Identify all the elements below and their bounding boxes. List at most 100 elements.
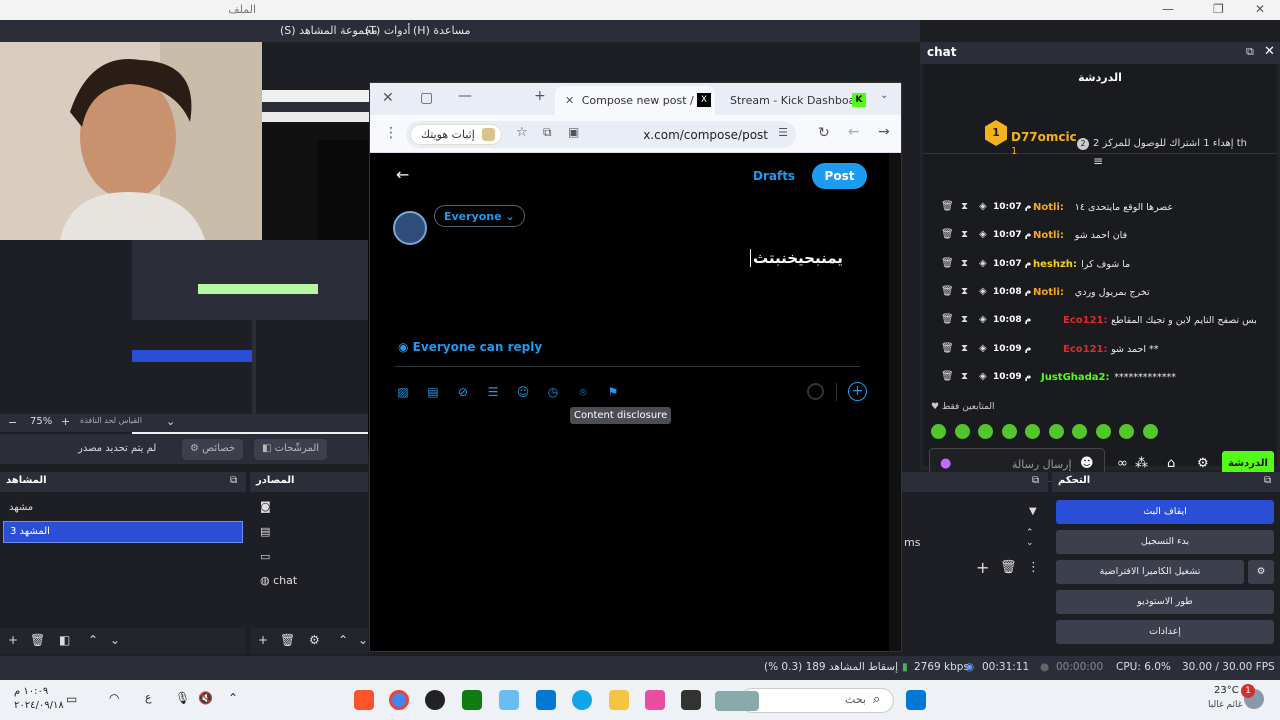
- clock-time[interactable]: ١٠:٠٩ م: [14, 686, 48, 697]
- start-recording-button[interactable]: بدء التسجيل: [1056, 530, 1274, 554]
- store-icon[interactable]: ⌂: [1167, 456, 1175, 471]
- cast-icon[interactable]: ▣: [568, 125, 579, 139]
- chevron-up-icon[interactable]: ⌃: [228, 691, 238, 705]
- store-icon[interactable]: [536, 690, 556, 710]
- settings-button[interactable]: إعدادات: [1056, 620, 1274, 644]
- undock-icon[interactable]: ⧉: [1032, 475, 1039, 486]
- microphone-icon[interactable]: 🎙: [175, 691, 190, 705]
- chevron-up-icon[interactable]: ⌃: [88, 633, 98, 647]
- menu-tools[interactable]: (T) أدوات: [365, 24, 411, 37]
- install-icon[interactable]: ⧉: [543, 125, 552, 140]
- grok-icon[interactable]: ⊘: [456, 385, 470, 399]
- spin-icon[interactable]: ⌃ ⌄: [1026, 528, 1034, 548]
- emote-icon[interactable]: [954, 424, 970, 439]
- stop-stream-button[interactable]: ايقاف البث: [1056, 500, 1274, 524]
- infinity-icon[interactable]: ∞: [1117, 456, 1128, 471]
- expand-icon[interactable]: ≡: [1093, 154, 1103, 168]
- trash-icon[interactable]: 🗑: [280, 633, 295, 647]
- schedule-icon[interactable]: ◷: [546, 385, 560, 399]
- copilot-icon[interactable]: [645, 690, 665, 710]
- trash-icon[interactable]: 🗑: [941, 314, 954, 325]
- undock-icon[interactable]: ⧉: [1246, 45, 1254, 59]
- community-icon[interactable]: ⁂: [1135, 456, 1148, 471]
- chevron-down-icon[interactable]: ⌄: [358, 633, 368, 647]
- filters-button[interactable]: ◧ المرشّحات: [254, 439, 328, 460]
- drafts-button[interactable]: Drafts: [753, 169, 795, 183]
- emote-icon[interactable]: [931, 424, 946, 439]
- emote-icon[interactable]: [1025, 424, 1040, 439]
- emote-icon[interactable]: [1001, 424, 1017, 439]
- close-icon[interactable]: ✕: [382, 90, 394, 106]
- zoom-out-icon[interactable]: −: [8, 416, 17, 429]
- battery-icon[interactable]: ▭: [66, 692, 77, 706]
- reload-icon[interactable]: ↻: [818, 125, 830, 141]
- post-button[interactable]: Post: [812, 163, 867, 189]
- add-post-button[interactable]: +: [848, 382, 867, 401]
- clock-date[interactable]: ٢٠٢٤/٠٩/١٨: [14, 700, 64, 711]
- close-icon[interactable]: ✕: [1255, 2, 1265, 16]
- chevron-down-icon[interactable]: ⌄: [110, 633, 120, 647]
- menu-scene-collection[interactable]: (S) مجموعة المشاهد: [280, 24, 378, 37]
- source-item[interactable]: ▤: [260, 525, 270, 545]
- virtual-camera-settings[interactable]: ⚙: [1248, 560, 1274, 584]
- shield-icon[interactable]: ◈: [979, 201, 987, 212]
- message-user[interactable]: JustGhada2:: [1041, 372, 1110, 383]
- chevron-up-icon[interactable]: ⌃: [338, 633, 348, 647]
- chevron-down-icon[interactable]: ⌄: [166, 415, 175, 428]
- trash-icon[interactable]: 🗑: [30, 633, 45, 647]
- verify-identity-button[interactable]: إثبات هويتك: [410, 124, 502, 145]
- maximize-icon[interactable]: ❐: [1213, 2, 1224, 16]
- minimize-icon[interactable]: —: [458, 88, 472, 104]
- timeout-icon[interactable]: ⧗: [961, 371, 968, 382]
- emote-icon[interactable]: [1095, 424, 1111, 439]
- shield-icon[interactable]: ◈: [979, 314, 987, 325]
- trash-icon[interactable]: 🗑: [941, 258, 954, 269]
- source-item[interactable]: ◙: [260, 500, 271, 520]
- source-item[interactable]: ▭: [260, 550, 270, 570]
- trash-icon[interactable]: 🗑: [941, 286, 954, 297]
- address-bar[interactable]: إثبات هويتك ☆ ⧉ ▣ x.com/compose/post ☰: [406, 121, 796, 148]
- trash-icon[interactable]: 🗑: [941, 201, 954, 212]
- timeout-icon[interactable]: ⧗: [961, 258, 968, 269]
- timeout-icon[interactable]: ⧗: [961, 286, 968, 297]
- menu-icon[interactable]: ⋮: [1027, 560, 1040, 575]
- scene-item[interactable]: المشهد 3: [3, 521, 243, 543]
- message-user[interactable]: Notli:: [1033, 202, 1064, 213]
- speaker-icon[interactable]: 🔇: [198, 691, 213, 705]
- post-text[interactable]: يمنبحيخنبتث: [750, 249, 843, 267]
- app-icon[interactable]: [681, 690, 701, 710]
- message-user[interactable]: Notli:: [1033, 230, 1064, 241]
- file-explorer-icon[interactable]: [609, 690, 629, 710]
- shield-icon[interactable]: ◈: [979, 286, 987, 297]
- obs-icon[interactable]: [425, 690, 445, 710]
- timeout-icon[interactable]: ⧗: [961, 201, 968, 212]
- undock-icon[interactable]: ⧉: [1264, 475, 1271, 486]
- studio-mode-button[interactable]: طور الاستوديو: [1056, 590, 1274, 614]
- trash-icon[interactable]: 🗑: [1000, 560, 1017, 575]
- back-arrow-icon[interactable]: ←: [396, 165, 409, 184]
- poll-icon[interactable]: ☰: [486, 385, 500, 399]
- add-icon[interactable]: +: [8, 633, 18, 647]
- fit-window-select[interactable]: القياس لحد النافذة: [80, 416, 142, 425]
- windows-start-icon[interactable]: [906, 690, 926, 710]
- timeout-icon[interactable]: ⧗: [961, 314, 968, 325]
- menu-icon[interactable]: ⋮: [384, 125, 398, 141]
- audience-selector[interactable]: Everyone ⌄: [434, 205, 525, 227]
- emote-icon[interactable]: [1048, 424, 1064, 439]
- gear-icon[interactable]: ⚙: [1197, 456, 1209, 471]
- weather-temp[interactable]: 23°C: [1214, 685, 1239, 696]
- restore-icon[interactable]: ▢: [420, 90, 433, 106]
- scrollbar[interactable]: [889, 153, 901, 651]
- menu-help[interactable]: (H) مساعدة: [413, 24, 471, 37]
- scene-item[interactable]: مشهد: [3, 498, 243, 520]
- close-icon[interactable]: ✕: [1264, 44, 1275, 59]
- filter-icon[interactable]: ◧: [59, 633, 70, 647]
- source-item[interactable]: ◍ chat: [260, 574, 297, 594]
- language-icon[interactable]: ع: [145, 691, 152, 704]
- chevron-down-icon[interactable]: ▼: [1029, 506, 1037, 517]
- new-tab-icon[interactable]: +: [534, 88, 546, 104]
- close-icon[interactable]: ✕: [565, 94, 574, 107]
- site-settings-icon[interactable]: ☰: [778, 126, 788, 139]
- shield-icon[interactable]: ◈: [979, 258, 987, 269]
- timeout-icon[interactable]: ⧗: [961, 229, 968, 240]
